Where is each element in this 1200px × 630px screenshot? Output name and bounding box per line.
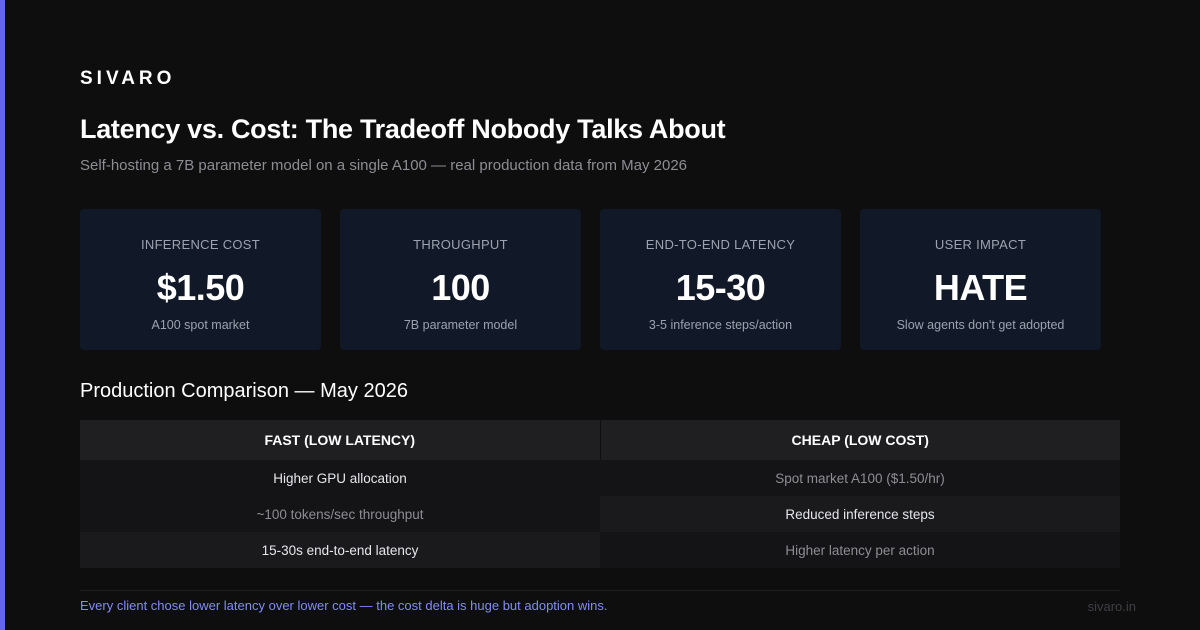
table-cell: Higher GPU allocation — [80, 460, 600, 496]
stat-note: 3-5 inference steps/action — [648, 318, 793, 332]
footer-note: Every client chose lower latency over lo… — [80, 598, 608, 613]
stat-value: HATE — [933, 267, 1028, 308]
table-header-row: FAST (LOW LATENCY) CHEAP (LOW COST) — [80, 420, 1120, 460]
brand-logo: SIVARO — [80, 68, 176, 89]
stat-note: 7B parameter model — [403, 318, 518, 332]
stat-note: A100 spot market — [151, 318, 250, 332]
table-cell: Spot market A100 ($1.50/hr) — [600, 460, 1120, 496]
column-header-cheap: CHEAP (LOW COST) — [600, 420, 1120, 460]
footer-divider — [80, 590, 1120, 591]
table-cell: ~100 tokens/sec throughput — [80, 496, 600, 532]
stat-card-throughput: THROUGHPUT 100 7B parameter model — [340, 209, 581, 350]
stat-note: Slow agents don't get adopted — [896, 318, 1065, 332]
table-row: 15-30s end-to-end latency Higher latency… — [80, 532, 1120, 568]
stat-label: USER IMPACT — [934, 237, 1027, 252]
stat-value: $1.50 — [156, 267, 245, 308]
stats-row: INFERENCE COST $1.50 A100 spot market TH… — [80, 209, 1101, 350]
stat-card-latency: END-TO-END LATENCY 15-30 3-5 inference s… — [600, 209, 841, 350]
column-header-fast: FAST (LOW LATENCY) — [80, 420, 601, 460]
stat-value: 100 — [431, 267, 490, 308]
table-cell: Reduced inference steps — [600, 496, 1120, 532]
stat-label: INFERENCE COST — [140, 237, 261, 252]
stat-card-user-impact: USER IMPACT HATE Slow agents don't get a… — [860, 209, 1101, 350]
footer-site-link[interactable]: sivaro.in — [1088, 599, 1136, 614]
table-row: Higher GPU allocation Spot market A100 (… — [80, 460, 1120, 496]
stat-label: THROUGHPUT — [413, 237, 508, 252]
table-row: ~100 tokens/sec throughput Reduced infer… — [80, 496, 1120, 532]
table-cell: Higher latency per action — [600, 532, 1120, 568]
page-subtitle: Self-hosting a 7B parameter model on a s… — [80, 157, 688, 174]
comparison-table: FAST (LOW LATENCY) CHEAP (LOW COST) High… — [80, 420, 1120, 568]
stat-label: END-TO-END LATENCY — [645, 237, 796, 252]
table-cell: 15-30s end-to-end latency — [80, 532, 600, 568]
page-title: Latency vs. Cost: The Tradeoff Nobody Ta… — [80, 114, 726, 144]
stat-card-inference-cost: INFERENCE COST $1.50 A100 spot market — [80, 209, 321, 350]
accent-bar — [0, 0, 5, 630]
comparison-title: Production Comparison — May 2026 — [80, 380, 408, 402]
stat-value: 15-30 — [675, 267, 766, 308]
